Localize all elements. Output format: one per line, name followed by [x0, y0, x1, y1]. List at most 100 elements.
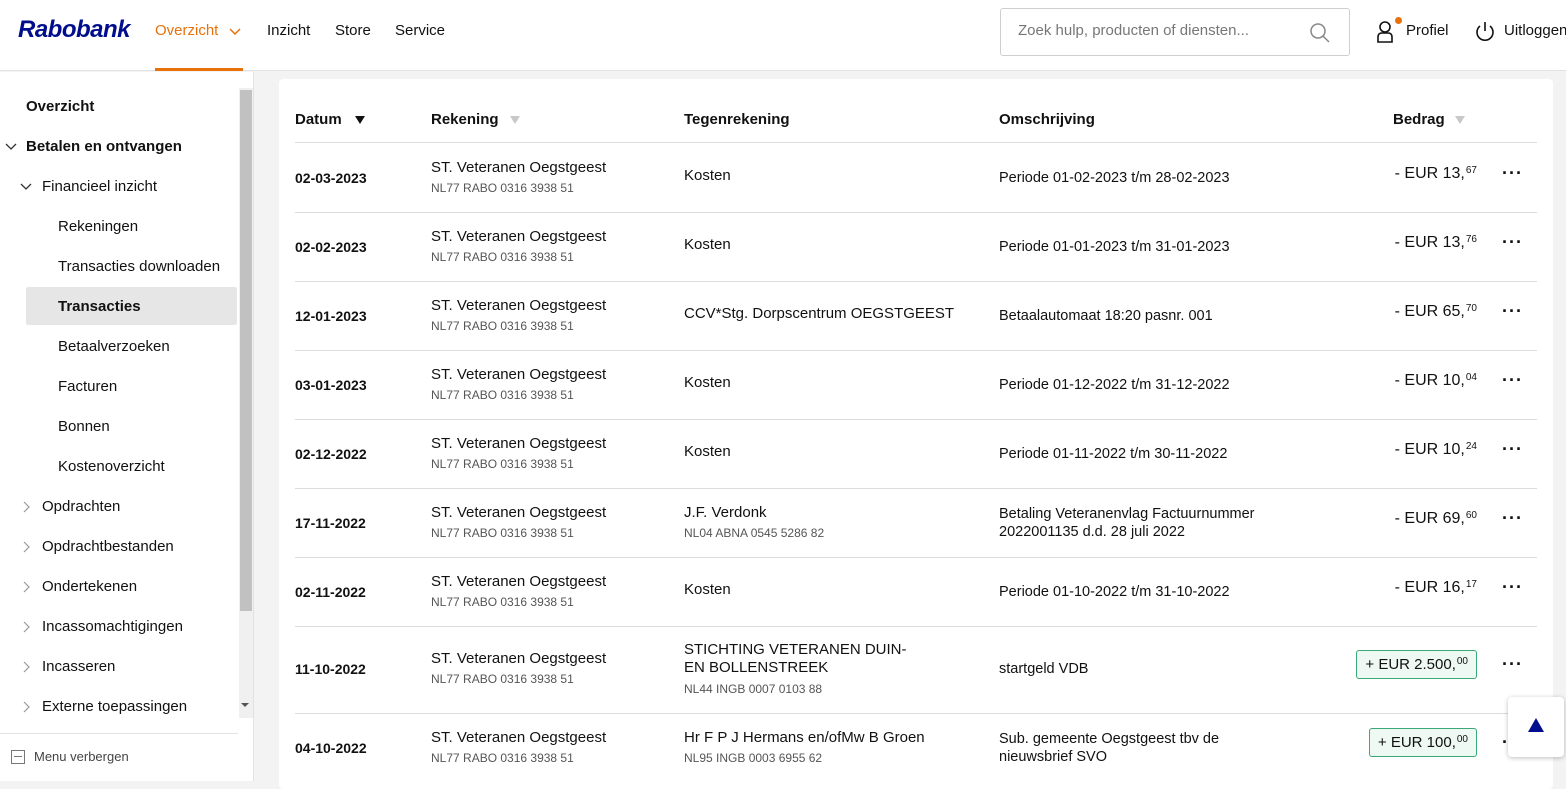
sidebar-item-kostenoverzicht[interactable]: Kostenoverzicht — [58, 458, 165, 475]
amount-main: + EUR 2.500, — [1365, 656, 1456, 673]
table-row[interactable]: 02-03-2023 ST. Veteranen Oegstgeest NL77… — [279, 143, 1553, 212]
row-account-name: ST. Veteranen Oegstgeest — [431, 435, 607, 452]
row-amount-positive-badge: + EUR 100,00 — [1368, 728, 1477, 757]
column-header-datum[interactable]: Datum — [295, 111, 342, 128]
table-row[interactable]: 04-10-2022 ST. Veteranen Oegstgeest NL77… — [279, 714, 1553, 784]
chevron-right-icon[interactable] — [23, 501, 31, 513]
row-date: 12-01-2023 — [295, 308, 367, 324]
sidebar-item-incassomachtigingen[interactable]: Incassomachtigingen — [42, 618, 183, 635]
sidebar-item-transacties[interactable]: Transacties — [58, 298, 141, 315]
column-header-rekening[interactable]: Rekening — [431, 111, 499, 128]
nav-service[interactable]: Service — [395, 22, 445, 39]
row-counterparty: Kosten — [684, 236, 731, 253]
more-options-icon[interactable]: ··· — [1502, 232, 1523, 253]
chevron-down-icon[interactable] — [229, 28, 241, 36]
row-amount: - EUR 13,76 — [1395, 234, 1477, 252]
profile-icon[interactable] — [1376, 20, 1396, 44]
row-account-iban: NL77 RABO 0316 3938 51 — [431, 319, 574, 333]
amount-main: - EUR 10, — [1394, 372, 1465, 389]
table-row[interactable]: 11-10-2022 ST. Veteranen Oegstgeest NL77… — [279, 627, 1553, 713]
more-options-icon[interactable]: ··· — [1502, 439, 1523, 460]
sidebar-item-ondertekenen[interactable]: Ondertekenen — [42, 578, 137, 595]
top-header: Rabobank Overzicht Inzicht Store Service… — [0, 0, 1566, 71]
profile-link[interactable]: Profiel — [1406, 22, 1449, 39]
table-row[interactable]: 02-12-2022 ST. Veteranen Oegstgeest NL77… — [279, 420, 1553, 489]
sidebar-divider — [0, 733, 238, 734]
chevron-right-icon[interactable] — [23, 701, 31, 713]
row-amount: - EUR 16,17 — [1395, 579, 1477, 597]
row-counterparty: Kosten — [684, 581, 731, 598]
sidebar-item-incasseren[interactable]: Incasseren — [42, 658, 115, 675]
row-account-name: ST. Veteranen Oegstgeest — [431, 650, 607, 667]
amount-cents: 24 — [1465, 441, 1477, 452]
power-icon[interactable] — [1474, 21, 1496, 43]
amount-cents: 00 — [1456, 734, 1468, 745]
more-options-icon[interactable]: ··· — [1502, 654, 1523, 675]
chevron-right-icon[interactable] — [23, 661, 31, 673]
row-counterparty: Kosten — [684, 374, 731, 391]
row-account-name: ST. Veteranen Oegstgeest — [431, 729, 607, 746]
row-description: Periode 01-02-2023 t/m 28-02-2023 — [999, 170, 1230, 186]
table-row[interactable]: 17-11-2022 ST. Veteranen Oegstgeest NL77… — [279, 489, 1553, 558]
transactions-card: Datum Rekening Tegenrekening Omschrijvin… — [279, 79, 1553, 789]
row-counterparty: Kosten — [684, 443, 731, 460]
sidebar-item-rekeningen[interactable]: Rekeningen — [58, 218, 138, 235]
amount-cents: 60 — [1465, 510, 1477, 521]
search-input[interactable] — [1016, 21, 1300, 40]
sidebar-item-opdrachten[interactable]: Opdrachten — [42, 498, 120, 515]
sidebar-item-overzicht[interactable]: Overzicht — [26, 98, 94, 115]
column-header-omschrijving: Omschrijving — [999, 111, 1095, 128]
table-row[interactable]: 03-01-2023 ST. Veteranen Oegstgeest NL77… — [279, 351, 1553, 420]
logout-link[interactable]: Uitloggen — [1504, 22, 1566, 39]
chevron-right-icon[interactable] — [23, 541, 31, 553]
sidebar-item-opdrachtbestanden[interactable]: Opdrachtbestanden — [42, 538, 174, 555]
collapse-menu-icon[interactable] — [11, 750, 25, 764]
row-description: Sub. gemeente Oegstgeest tbv de nieuwsbr… — [999, 731, 1220, 765]
chevron-down-icon[interactable] — [20, 183, 32, 191]
sidebar-item-transacties-downloaden[interactable]: Transacties downloaden — [58, 258, 220, 275]
sidebar-item-bonnen[interactable]: Bonnen — [58, 418, 110, 435]
sidebar-item-betalen-en-ontvangen[interactable]: Betalen en ontvangen — [26, 138, 182, 155]
row-account-iban: NL77 RABO 0316 3938 51 — [431, 250, 574, 264]
sidebar-item-betaalverzoeken[interactable]: Betaalverzoeken — [58, 338, 170, 355]
more-options-icon[interactable]: ··· — [1502, 508, 1523, 529]
sort-icon[interactable] — [510, 116, 520, 124]
row-amount: - EUR 13,67 — [1395, 165, 1477, 183]
more-options-icon[interactable]: ··· — [1502, 301, 1523, 322]
sidebar-item-financieel-inzicht[interactable]: Financieel inzicht — [42, 178, 157, 195]
sidebar-scrollbar-thumb[interactable] — [240, 90, 252, 611]
more-options-icon[interactable]: ··· — [1502, 163, 1523, 184]
row-account-name: ST. Veteranen Oegstgeest — [431, 366, 607, 383]
chevron-right-icon[interactable] — [23, 581, 31, 593]
sort-icon[interactable] — [1455, 116, 1465, 124]
row-amount: - EUR 65,70 — [1395, 303, 1477, 321]
column-header-bedrag[interactable]: Bedrag — [1393, 111, 1445, 128]
table-row[interactable]: 12-01-2023 ST. Veteranen Oegstgeest NL77… — [279, 282, 1553, 351]
nav-overzicht[interactable]: Overzicht — [155, 22, 218, 39]
search-box — [1000, 8, 1350, 56]
menu-hide-button[interactable]: Menu verbergen — [34, 749, 129, 764]
chevron-right-icon[interactable] — [23, 621, 31, 633]
scroll-to-top-button[interactable] — [1508, 697, 1564, 757]
row-account-name: ST. Veteranen Oegstgeest — [431, 228, 607, 245]
row-account-iban: NL77 RABO 0316 3938 51 — [431, 388, 574, 402]
amount-main: - EUR 13, — [1394, 165, 1465, 182]
sidebar-item-externe-toepassingen[interactable]: Externe toepassingen — [42, 698, 187, 715]
sidebar-item-facturen[interactable]: Facturen — [58, 378, 117, 395]
sidebar: Overzicht Betalen en ontvangen Financiee… — [0, 72, 254, 781]
row-account-iban: NL77 RABO 0316 3938 51 — [431, 751, 574, 765]
notification-dot — [1395, 17, 1402, 24]
more-options-icon[interactable]: ··· — [1502, 577, 1523, 598]
nav-store[interactable]: Store — [335, 22, 371, 39]
amount-main: + EUR 100, — [1377, 734, 1456, 751]
chevron-down-icon[interactable] — [5, 143, 17, 151]
scroll-down-arrow-icon[interactable] — [241, 703, 249, 707]
sort-desc-icon[interactable] — [355, 116, 365, 124]
amount-main: - EUR 13, — [1394, 234, 1465, 251]
more-options-icon[interactable]: ··· — [1502, 370, 1523, 391]
table-row[interactable]: 02-11-2022 ST. Veteranen Oegstgeest NL77… — [279, 558, 1553, 627]
search-icon[interactable] — [1309, 22, 1331, 44]
nav-inzicht[interactable]: Inzicht — [267, 22, 310, 39]
rabobank-logo[interactable]: Rabobank — [18, 16, 131, 44]
table-row[interactable]: 02-02-2023 ST. Veteranen Oegstgeest NL77… — [279, 213, 1553, 282]
